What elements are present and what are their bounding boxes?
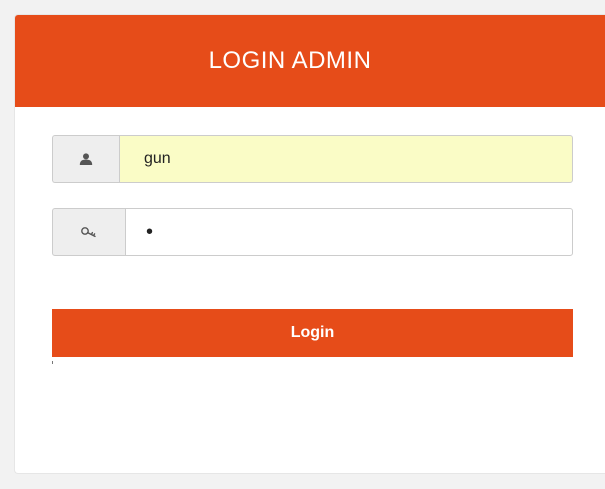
user-icon [52,135,119,183]
password-input-group [52,208,573,256]
key-icon [52,208,125,256]
login-button[interactable]: Login [52,309,573,357]
panel-heading: LOGIN ADMIN [15,15,605,107]
password-field[interactable] [125,208,573,256]
panel-title: LOGIN ADMIN [208,47,372,74]
username-field[interactable] [119,135,573,183]
focus-marker [52,361,53,364]
login-panel: LOGIN ADMIN Login [14,14,605,474]
username-input-group [52,135,573,183]
